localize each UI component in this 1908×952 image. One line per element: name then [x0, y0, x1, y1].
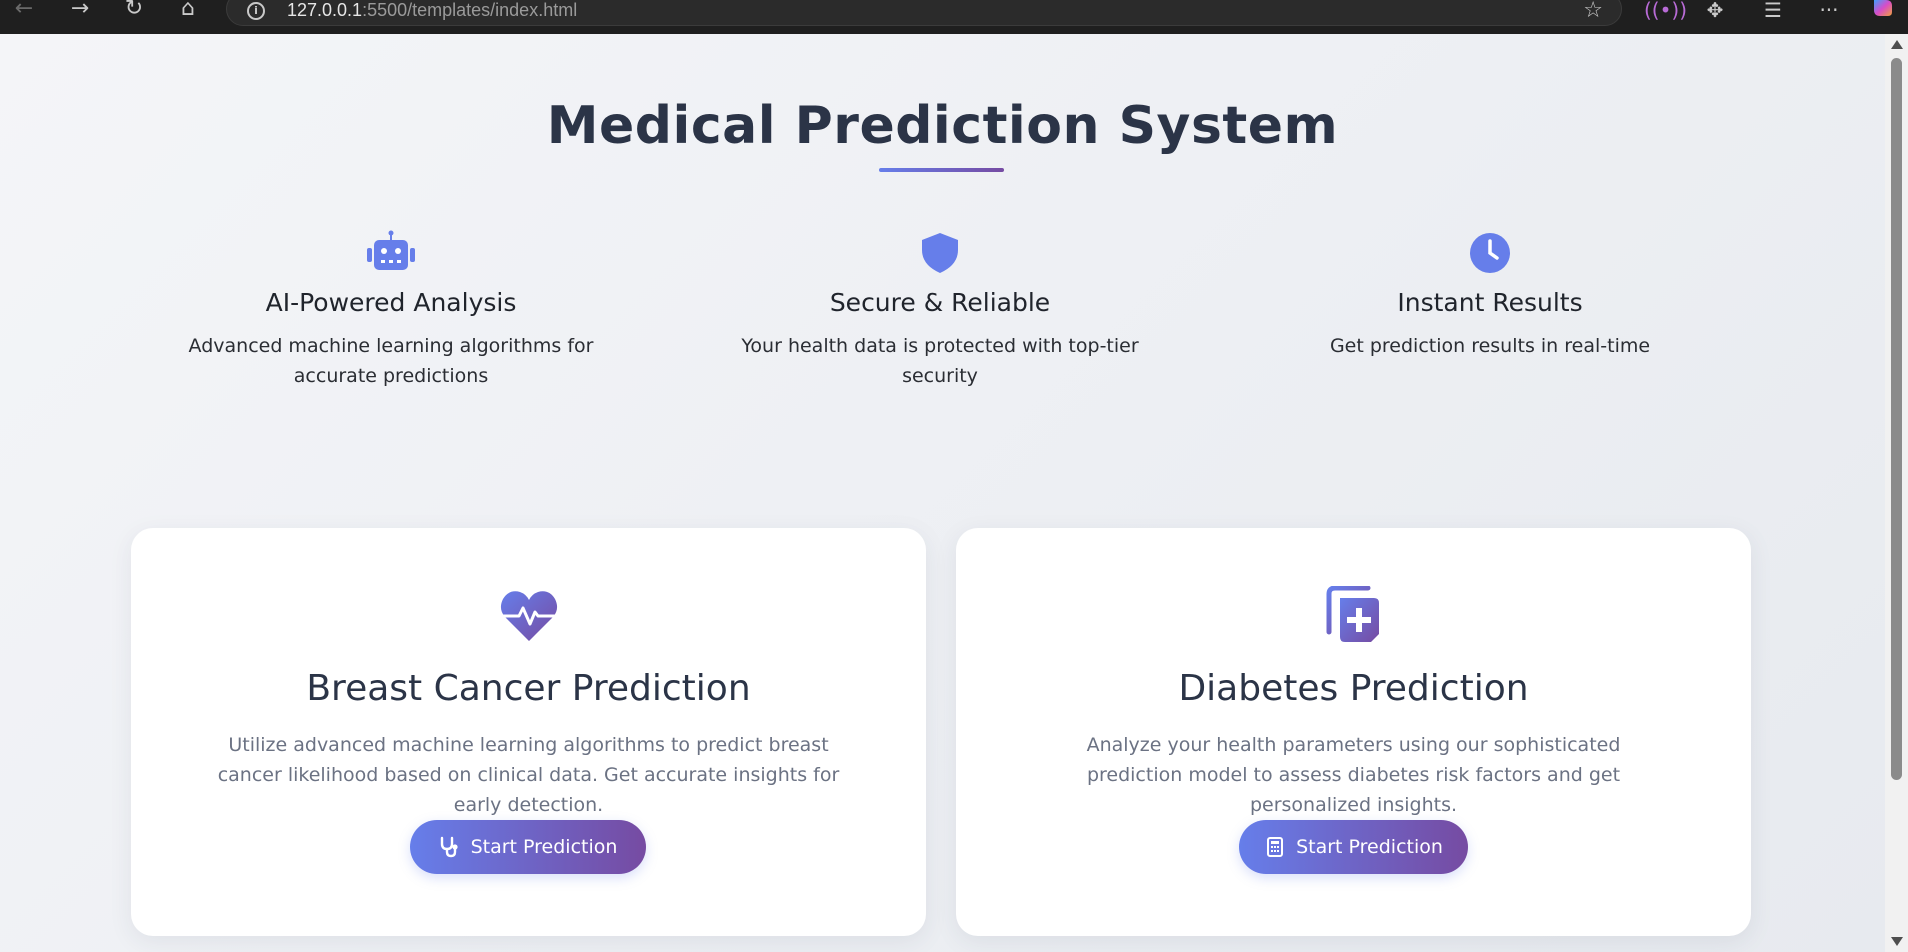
- extensions-icon[interactable]: ✥: [1700, 0, 1730, 22]
- feature-title: AI-Powered Analysis: [265, 288, 517, 317]
- scroll-down-icon[interactable]: [1891, 937, 1903, 946]
- copilot-sidebar-icon[interactable]: ((•)): [1644, 0, 1687, 22]
- feature-ai-analysis: AI-Powered Analysis Advanced machine lea…: [156, 230, 626, 391]
- notes-medical-icon: [1324, 585, 1384, 646]
- address-bar[interactable]: i 127.0.0.1:5500/templates/index.html ☆: [226, 0, 1622, 26]
- button-label: Start Prediction: [470, 836, 618, 858]
- breast-cancer-card: Breast Cancer Prediction Utilize advance…: [131, 528, 926, 936]
- clock-icon: [1464, 230, 1516, 276]
- start-prediction-button[interactable]: Start Prediction: [410, 820, 646, 874]
- reload-icon[interactable]: ↻: [118, 0, 150, 22]
- page-content: Medical Prediction System AI-Powered Ana…: [0, 34, 1885, 952]
- vertical-scrollbar[interactable]: [1885, 34, 1908, 952]
- url-text[interactable]: 127.0.0.1:5500/templates/index.html: [287, 0, 577, 21]
- home-icon[interactable]: ⌂: [172, 0, 204, 22]
- browser-toolbar: ← → ↻ ⌂ i 127.0.0.1:5500/templates/index…: [0, 0, 1908, 34]
- feature-title: Secure & Reliable: [829, 288, 1051, 317]
- feature-secure: Secure & Reliable Your health data is pr…: [705, 230, 1175, 391]
- card-description: Utilize advanced machine learning algori…: [217, 734, 840, 816]
- copilot-icon[interactable]: [1868, 0, 1898, 22]
- start-prediction-button[interactable]: Start Prediction: [1239, 820, 1468, 874]
- title-underline: [879, 168, 1004, 172]
- shield-icon: [914, 230, 966, 276]
- url-path: :5500/templates/index.html: [362, 0, 578, 20]
- url-host: 127.0.0.1: [287, 0, 363, 20]
- scroll-thumb[interactable]: [1891, 58, 1902, 780]
- more-menu-icon[interactable]: ···: [1814, 0, 1844, 22]
- page-title: Medical Prediction System: [546, 96, 1339, 156]
- button-label: Start Prediction: [1296, 836, 1443, 858]
- card-title: Diabetes Prediction: [1178, 668, 1529, 709]
- favorites-icon[interactable]: ☰: [1758, 0, 1788, 22]
- feature-instant: Instant Results Get prediction results i…: [1255, 230, 1725, 361]
- feature-description: Advanced machine learning algorithms for…: [188, 335, 594, 387]
- heart-pulse-icon: [499, 586, 559, 646]
- card-description: Analyze your health parameters using our…: [1086, 734, 1621, 816]
- calculator-icon: [1264, 836, 1286, 858]
- scroll-up-icon[interactable]: [1891, 40, 1903, 49]
- robot-icon: [365, 230, 417, 276]
- feature-title: Instant Results: [1397, 288, 1583, 317]
- feature-description: Your health data is protected with top-t…: [741, 335, 1139, 387]
- favorite-star-icon[interactable]: ☆: [1583, 0, 1603, 23]
- diabetes-card: Diabetes Prediction Analyze your health …: [956, 528, 1751, 936]
- back-icon[interactable]: ←: [8, 0, 40, 22]
- feature-description: Get prediction results in real-time: [1329, 335, 1651, 357]
- forward-icon[interactable]: →: [64, 0, 96, 22]
- card-title: Breast Cancer Prediction: [306, 668, 751, 709]
- stethoscope-icon: [439, 836, 461, 858]
- site-info-icon[interactable]: i: [247, 2, 265, 20]
